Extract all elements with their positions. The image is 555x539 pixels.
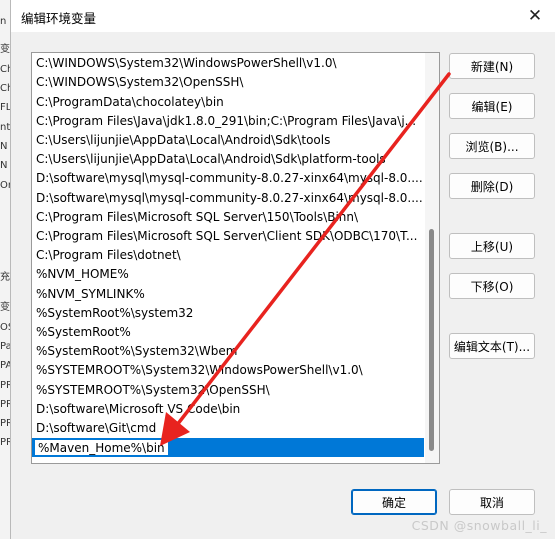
new-button[interactable]: 新建(N)	[449, 53, 535, 79]
dialog-title: 编辑环境变量	[21, 11, 97, 26]
list-item[interactable]: %SystemRoot%	[32, 323, 424, 342]
list-item[interactable]: D:\software\Microsoft VS Code\bin	[32, 400, 424, 419]
list-item-selected[interactable]: %Maven_Home%\bin	[32, 438, 424, 457]
list-item[interactable]: C:\ProgramData\chocolatey\bin	[32, 93, 424, 112]
title-bar: 编辑环境变量 ✕	[11, 0, 555, 32]
path-edit-input[interactable]: %Maven_Home%\bin	[34, 439, 169, 456]
list-item[interactable]: C:\Users\lijunjie\AppData\Local\Android\…	[32, 150, 424, 169]
scrollbar-thumb[interactable]	[429, 229, 434, 451]
ok-button[interactable]: 确定	[351, 489, 437, 515]
list-item[interactable]: %SystemRoot%\system32	[32, 304, 424, 323]
delete-button[interactable]: 删除(D)	[449, 173, 535, 199]
list-item[interactable]: D:\software\Git\cmd	[32, 419, 424, 438]
list-item[interactable]: C:\Program Files\Java\jdk1.8.0_291\bin;C…	[32, 112, 424, 131]
list-item[interactable]: C:\WINDOWS\System32\OpenSSH\	[32, 73, 424, 92]
edit-text-button[interactable]: 编辑文本(T)...	[449, 333, 535, 359]
cancel-button[interactable]: 取消	[449, 489, 535, 515]
list-item[interactable]: %SYSTEMROOT%\System32\WindowsPowerShell\…	[32, 361, 424, 380]
edit-button[interactable]: 编辑(E)	[449, 93, 535, 119]
list-item[interactable]: C:\Program Files\dotnet\	[32, 246, 424, 265]
close-icon[interactable]: ✕	[522, 4, 548, 28]
list-item[interactable]: %SYSTEMROOT%\System32\OpenSSH\	[32, 381, 424, 400]
list-item[interactable]: %NVM_SYMLINK%	[32, 285, 424, 304]
list-item[interactable]: C:\Users\lijunjie\AppData\Local\Android\…	[32, 131, 424, 150]
list-item[interactable]: D:\software\mysql\mysql-community-8.0.27…	[32, 169, 424, 188]
watermark: CSDN @snowball_li_	[411, 518, 547, 533]
list-item[interactable]: D:\software\mysql\mysql-community-8.0.27…	[32, 189, 424, 208]
list-item[interactable]: C:\Program Files\Microsoft SQL Server\Cl…	[32, 227, 424, 246]
list-item[interactable]: %NVM_HOME%	[32, 265, 424, 284]
edit-environment-variable-dialog: 编辑环境变量 ✕ C:\WINDOWS\System32\WindowsPowe…	[10, 0, 555, 539]
path-list[interactable]: C:\WINDOWS\System32\WindowsPowerShell\v1…	[31, 52, 440, 464]
list-item[interactable]: C:\WINDOWS\System32\WindowsPowerShell\v1…	[32, 54, 424, 73]
list-item[interactable]: %SystemRoot%\System32\Wbem	[32, 342, 424, 361]
list-scrollbar[interactable]	[425, 53, 439, 463]
move-down-button[interactable]: 下移(O)	[449, 273, 535, 299]
browse-button[interactable]: 浏览(B)...	[449, 133, 535, 159]
list-item[interactable]: C:\Program Files\Microsoft SQL Server\15…	[32, 208, 424, 227]
move-up-button[interactable]: 上移(U)	[449, 233, 535, 259]
